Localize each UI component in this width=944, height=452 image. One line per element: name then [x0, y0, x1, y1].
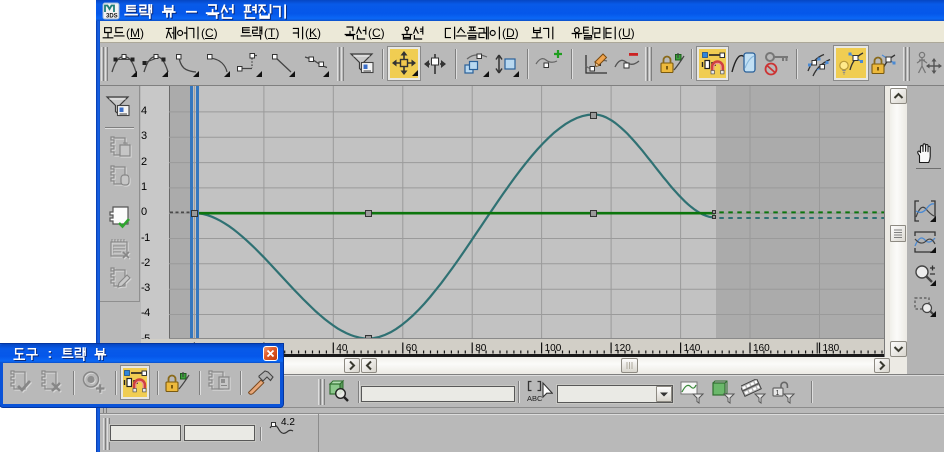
- svg-text:ABC: ABC: [527, 394, 543, 403]
- svg-text:3DS: 3DS: [106, 14, 118, 20]
- svg-text:160: 160: [753, 343, 770, 354]
- svg-text:80: 80: [475, 343, 487, 354]
- svg-text:1: 1: [776, 390, 780, 397]
- svg-text:40: 40: [336, 343, 348, 354]
- svg-text:140: 140: [684, 343, 701, 354]
- svg-text:120: 120: [614, 343, 631, 354]
- svg-text:180: 180: [823, 343, 840, 354]
- svg-text:60: 60: [406, 343, 418, 354]
- svg-text:100: 100: [545, 343, 562, 354]
